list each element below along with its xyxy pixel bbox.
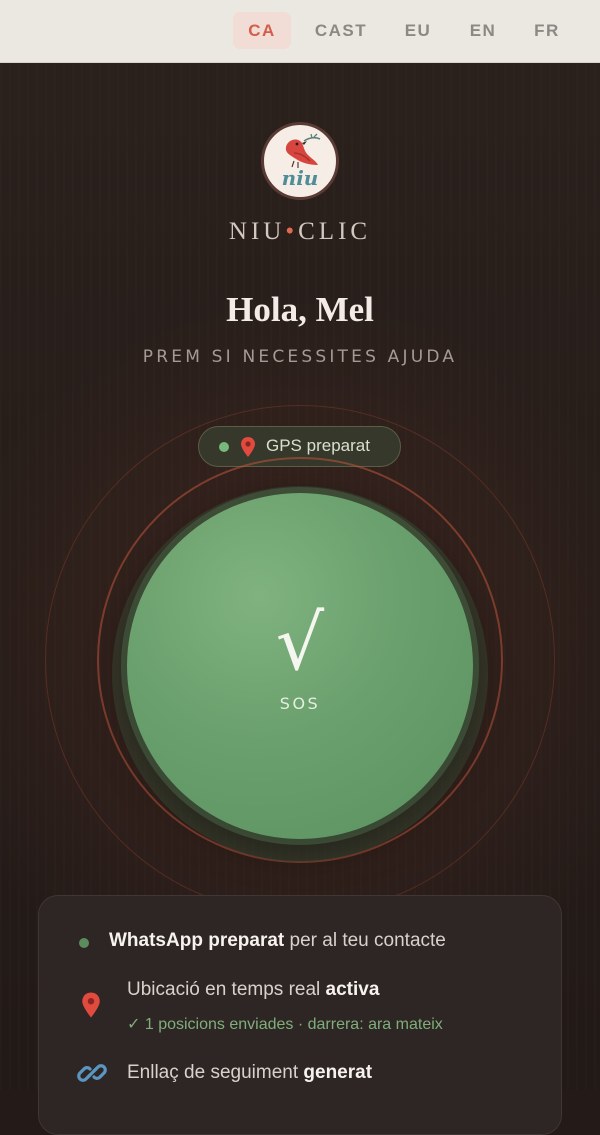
language-bar: CA CAST EU EN FR bbox=[0, 0, 600, 63]
whatsapp-status-dot bbox=[79, 938, 89, 948]
brand-name-left: NIU bbox=[228, 218, 286, 245]
check-icon: √ bbox=[275, 598, 325, 687]
help-subtitle: PREM SI NECESSITES AJUDA bbox=[142, 347, 458, 367]
tracking-link-status-text: Enllaç de seguiment generat bbox=[127, 1062, 373, 1083]
sos-label: SOS bbox=[279, 694, 321, 713]
location-status-text: Ubicació en temps real activa bbox=[127, 979, 380, 1000]
lang-fr-button[interactable]: FR bbox=[524, 12, 570, 49]
lang-ca-button[interactable]: CA bbox=[233, 12, 291, 49]
link-icon bbox=[77, 1058, 107, 1092]
location-positions-sent: ✓ 1 posicions enviades · darrera: ara ma… bbox=[127, 1016, 443, 1033]
brand-name: NIU•CLIC bbox=[0, 218, 600, 246]
pin-icon bbox=[81, 991, 101, 1023]
logo: niu bbox=[261, 122, 339, 200]
brand-separator: • bbox=[285, 218, 299, 245]
lang-en-button[interactable]: EN bbox=[460, 12, 506, 49]
sos-button[interactable]: √ SOS bbox=[127, 493, 473, 839]
whatsapp-status-text: WhatsApp preparat per al teu contacte bbox=[109, 930, 446, 951]
svg-text:niu: niu bbox=[282, 166, 319, 190]
lang-eu-button[interactable]: EU bbox=[395, 12, 441, 49]
greeting-title: Hola, Mel bbox=[226, 290, 374, 329]
brand-name-right: CLIC bbox=[298, 218, 372, 245]
lang-cast-button[interactable]: CAST bbox=[308, 12, 374, 49]
status-card: WhatsApp preparat per al teu contacte Ub… bbox=[38, 895, 562, 1135]
bird-logo-icon: niu bbox=[282, 133, 321, 190]
